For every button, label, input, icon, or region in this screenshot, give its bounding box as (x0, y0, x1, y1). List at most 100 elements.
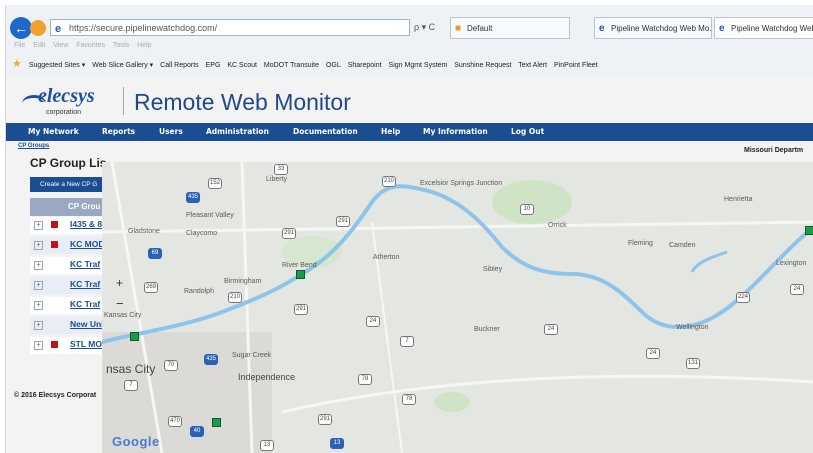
nav-reports[interactable]: Reports (102, 123, 135, 141)
map-label: Henrietta (724, 196, 753, 203)
fav-pinpoint-fleet[interactable]: PinPoint Fleet (554, 62, 598, 69)
route-shield: 224 (736, 292, 750, 303)
route-shield: 78 (402, 394, 416, 405)
route-shield: 10 (520, 204, 534, 215)
tab-icon: ■ (455, 23, 462, 34)
tab-pipeline-2[interactable]: e Pipeline Watchdog Web (714, 17, 813, 39)
route-shield: 210 (228, 292, 242, 303)
cp-group-row: + KC Traf (30, 257, 110, 274)
expand-icon[interactable]: + (34, 241, 43, 250)
nav-my-network[interactable]: My Network (28, 123, 79, 141)
cp-site-marker[interactable] (296, 270, 305, 279)
nav-my-information[interactable]: My Information (423, 123, 488, 141)
route-shield: 131 (686, 358, 700, 369)
forward-button-icon[interactable] (30, 20, 46, 36)
fav-sharepoint[interactable]: Sharepoint (348, 62, 382, 69)
route-shield: 7 (124, 380, 138, 391)
nav-users[interactable]: Users (159, 123, 183, 141)
cp-group-link[interactable]: KC Traf (70, 299, 100, 309)
route-shield: 33 (274, 164, 288, 175)
expand-icon[interactable]: + (34, 321, 43, 330)
menu-view[interactable]: View (53, 42, 68, 49)
menu-file[interactable]: File (14, 42, 25, 49)
cp-site-marker[interactable] (805, 226, 813, 235)
nav-documentation[interactable]: Documentation (293, 123, 358, 141)
tab-default[interactable]: ■ Default (450, 17, 570, 39)
cp-group-row: + STL MO (30, 337, 110, 354)
nav-help[interactable]: Help (381, 123, 400, 141)
cp-group-link[interactable]: KC MOD (70, 239, 104, 249)
fav-epg[interactable]: EPG (206, 62, 221, 69)
route-shield: 7 (400, 336, 414, 347)
route-shield: 210 (382, 176, 396, 187)
breadcrumb[interactable]: CP Groups (18, 143, 49, 149)
tab-label: Default (467, 24, 493, 33)
search-icon[interactable]: ρ (414, 22, 419, 32)
route-shield: 24 (366, 316, 380, 327)
map-label: Fleming (628, 240, 653, 247)
cp-site-marker[interactable] (130, 332, 139, 341)
header-divider (123, 87, 124, 115)
expand-icon[interactable]: + (34, 261, 43, 270)
fav-ogl[interactable]: OGL (326, 62, 341, 69)
map-label: Orrick (548, 222, 567, 229)
cp-group-row: + I435 & 8 (30, 217, 110, 234)
map-label: Buckner (474, 326, 500, 333)
address-bar[interactable]: e https://secure.pipelinewatchdog.com/ (50, 19, 410, 36)
menu-favorites[interactable]: Favorites (76, 42, 105, 49)
map-panel[interactable]: Liberty Excelsior Springs Junction Henri… (102, 162, 813, 453)
route-shield: 24 (790, 284, 804, 295)
map-label: Wellington (676, 324, 709, 331)
cp-group-link[interactable]: I435 & 8 (70, 219, 102, 229)
cp-group-link[interactable]: STL MO (70, 339, 102, 349)
fav-kc-scout[interactable]: KC Scout (227, 62, 257, 69)
cp-group-row: + KC MOD (30, 237, 110, 254)
browser-chrome: ← e https://secure.pipelinewatchdog.com/… (6, 5, 813, 77)
zoom-in-button[interactable]: + (116, 276, 123, 290)
cp-group-link[interactable]: KC Traf (70, 279, 100, 289)
expand-icon[interactable]: + (34, 221, 43, 230)
route-shield: 70 (164, 360, 178, 371)
cp-group-link[interactable]: New Uni (70, 319, 104, 329)
fav-call-reports[interactable]: Call Reports (160, 62, 199, 69)
refresh-icon[interactable]: C (429, 22, 436, 32)
interstate-shield: 40 (190, 426, 204, 437)
menu-tools[interactable]: Tools (113, 42, 129, 49)
back-arrow-icon: ← (14, 20, 28, 36)
create-cp-group-button[interactable]: Create a New CP G (30, 177, 108, 192)
interstate-shield: 69 (148, 248, 162, 259)
nav-log-out[interactable]: Log Out (511, 123, 544, 141)
tab-pipeline-1[interactable]: e Pipeline Watchdog Web Mo... (594, 17, 712, 39)
fav-suggested-sites[interactable]: Suggested Sites ▾ (29, 62, 85, 69)
state-label: Missouri Departm (744, 147, 804, 154)
nav-administration[interactable]: Administration (206, 123, 269, 141)
address-tools[interactable]: ρ ▾ C (414, 19, 444, 36)
map-label: Sugar Creek (232, 352, 272, 359)
menu-help[interactable]: Help (137, 42, 151, 49)
route-shield: 291 (318, 414, 332, 425)
cp-group-link[interactable]: KC Traf (70, 259, 100, 269)
zoom-out-button[interactable]: − (116, 296, 124, 311)
favorites-star-icon[interactable]: ★ (12, 58, 22, 70)
expand-icon[interactable]: + (34, 341, 43, 350)
menu-edit[interactable]: Edit (33, 42, 45, 49)
tab-label: Pipeline Watchdog Web (731, 24, 813, 33)
fav-sunshine-request[interactable]: Sunshine Request (454, 62, 511, 69)
cp-site-marker[interactable] (212, 418, 221, 427)
park-area (434, 392, 470, 412)
ie-icon: e (55, 23, 62, 35)
expand-icon[interactable]: + (34, 281, 43, 290)
fav-modot-transuite[interactable]: MoDOT Transuite (264, 62, 319, 69)
cp-group-column-header[interactable]: CP Grou (30, 198, 110, 216)
expand-icon[interactable]: + (34, 301, 43, 310)
fav-text-alert[interactable]: Text Alert (518, 62, 547, 69)
ie-icon: e (719, 23, 725, 34)
route-shield: 470 (168, 416, 182, 427)
map-label: nsas City (106, 362, 156, 376)
logo-name: elecsys (38, 85, 95, 107)
fav-sign-mgmt[interactable]: Sign Mgmt System (389, 62, 448, 69)
back-button[interactable]: ← (10, 17, 32, 39)
address-url: https://secure.pipelinewatchdog.com/ (69, 23, 218, 33)
menu-bar: File Edit View Favorites Tools Help (14, 42, 152, 49)
fav-web-slice-gallery[interactable]: Web Slice Gallery ▾ (92, 62, 153, 69)
